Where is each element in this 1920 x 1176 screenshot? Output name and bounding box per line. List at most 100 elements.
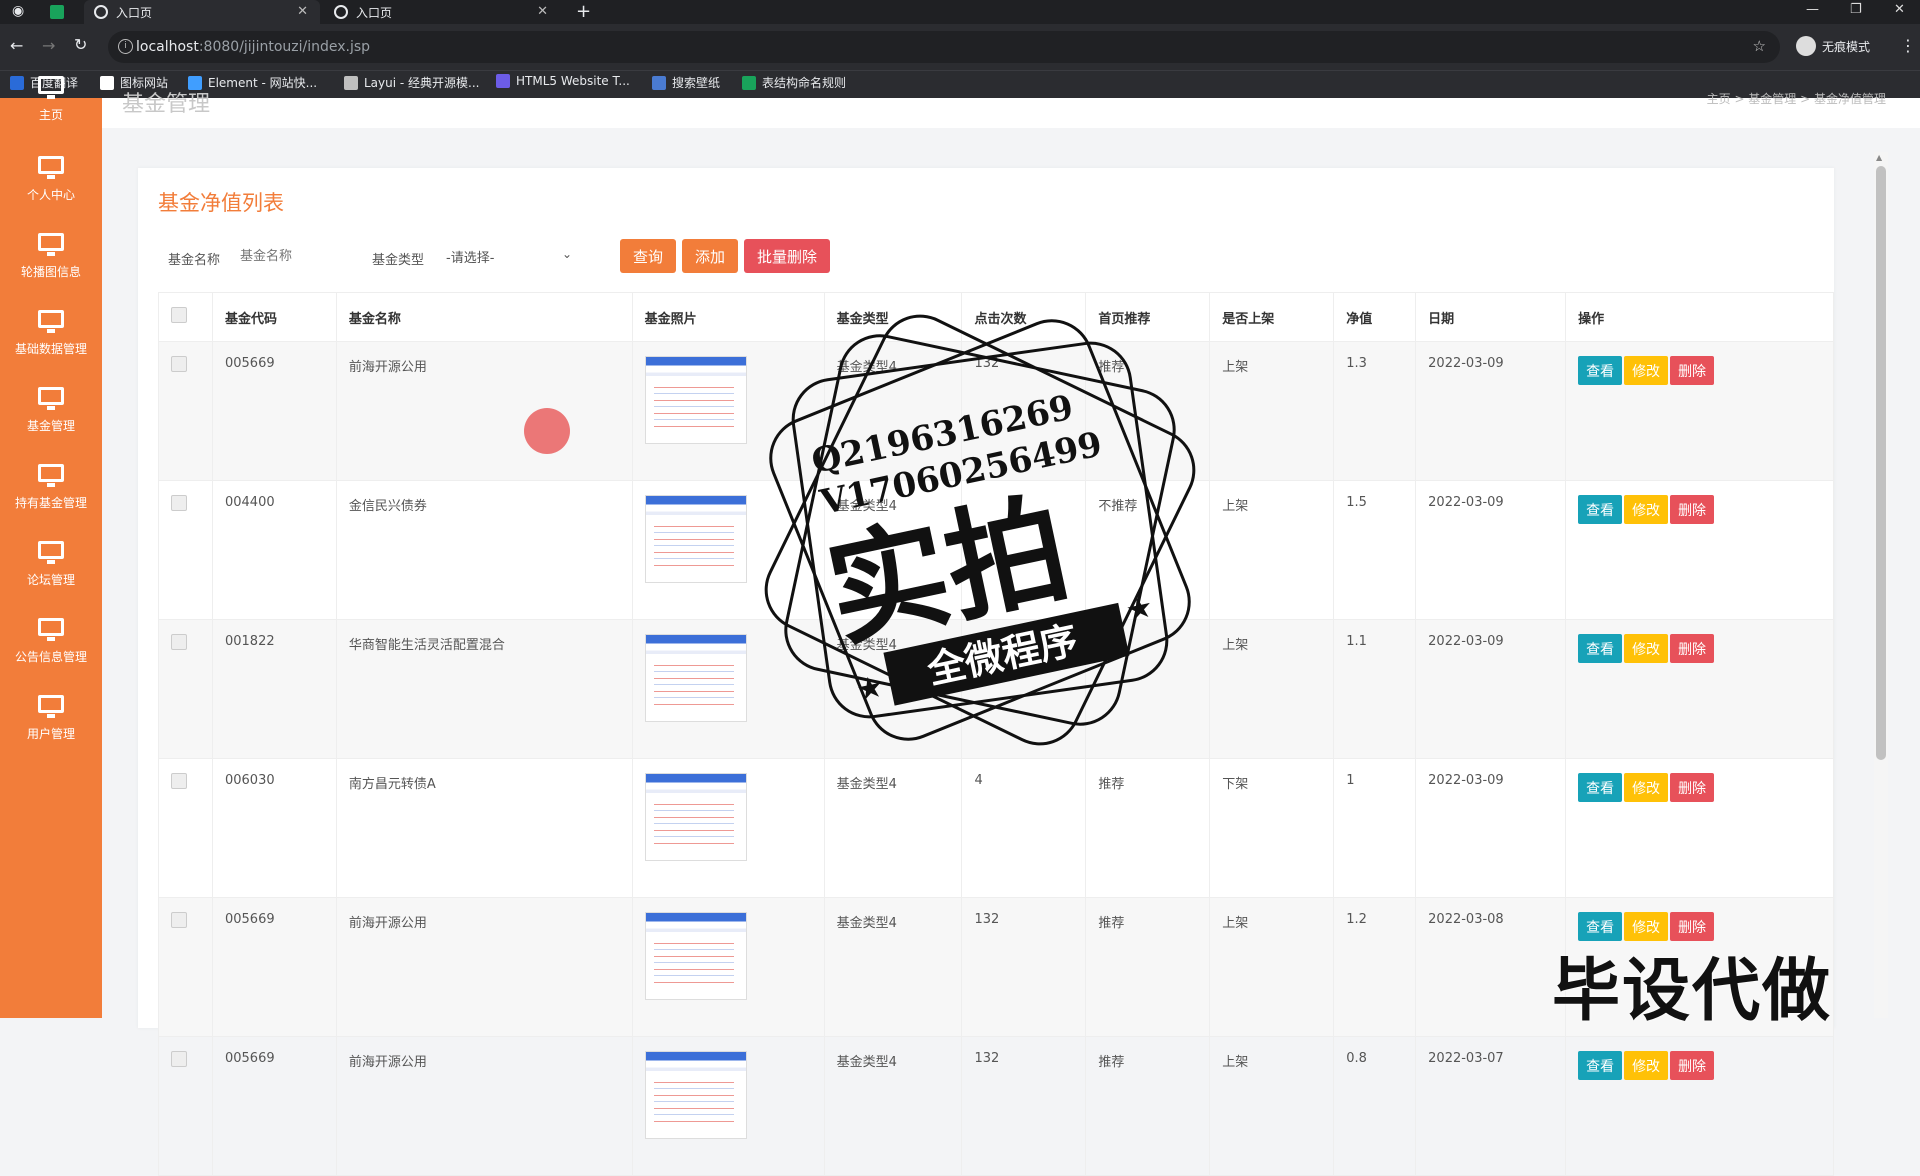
view-button[interactable]: 查看 bbox=[1578, 356, 1623, 385]
reload-icon[interactable]: ↻ bbox=[74, 35, 87, 54]
edit-button[interactable]: 修改 bbox=[1624, 1051, 1669, 1080]
delete-button[interactable]: 删除 bbox=[1670, 773, 1715, 802]
sidebar-item-label: 公告信息管理 bbox=[14, 650, 87, 664]
fund-type-label: 基金类型 bbox=[372, 253, 425, 268]
tab-title: 入口页 bbox=[356, 5, 393, 20]
fund-code: 005669 bbox=[211, 897, 337, 1037]
close-icon[interactable]: ✕ bbox=[297, 4, 308, 19]
fund-code: 005669 bbox=[211, 341, 337, 481]
edit-button[interactable]: 修改 bbox=[1624, 495, 1669, 524]
sidebar-item-profile[interactable]: 个人中心 bbox=[0, 156, 102, 216]
row-checkbox[interactable] bbox=[171, 1051, 187, 1067]
cursor-highlight bbox=[524, 408, 570, 454]
delete-button[interactable]: 删除 bbox=[1670, 1051, 1715, 1080]
info-icon[interactable]: i bbox=[118, 39, 133, 54]
view-button[interactable]: 查看 bbox=[1578, 495, 1623, 524]
pinned-tab-icon[interactable] bbox=[50, 5, 64, 19]
edit-button[interactable]: 修改 bbox=[1624, 356, 1669, 385]
sidebar-item-carousel[interactable]: 轮播图信息 bbox=[0, 233, 102, 293]
fund-photo[interactable] bbox=[644, 356, 747, 444]
click-count: 132 bbox=[961, 1036, 1087, 1176]
fund-name: 前海开源公用 bbox=[335, 341, 633, 481]
fund-type-select[interactable]: -请选择- ⌄ bbox=[440, 241, 582, 271]
column-header: 是否上架 bbox=[1209, 292, 1335, 342]
sidebar-item-funds[interactable]: 基金管理 bbox=[0, 387, 102, 447]
fund-code: 004400 bbox=[211, 480, 337, 620]
row-checkbox[interactable] bbox=[171, 773, 187, 789]
restore-icon[interactable]: ❐ bbox=[1850, 2, 1862, 17]
star-icon: ★ bbox=[853, 669, 887, 709]
close-icon[interactable]: ✕ bbox=[537, 4, 548, 19]
row-checkbox[interactable] bbox=[171, 495, 187, 511]
table-row: 006030 南方昌元转债A 基金类型4 4 推荐 下架 1 2022-03-0… bbox=[158, 758, 1834, 898]
minimize-icon[interactable]: — bbox=[1806, 2, 1819, 17]
bookmark-item[interactable]: 表结构命名规则 bbox=[742, 74, 846, 91]
column-header: 净值 bbox=[1333, 292, 1417, 342]
delete-button[interactable]: 删除 bbox=[1670, 356, 1715, 385]
fund-photo-cell bbox=[631, 1036, 825, 1176]
listed-status: 上架 bbox=[1209, 341, 1335, 481]
select-all-checkbox[interactable] bbox=[171, 307, 187, 323]
new-tab-icon[interactable]: + bbox=[576, 1, 591, 22]
view-button[interactable]: 查看 bbox=[1578, 1051, 1623, 1080]
tab-1[interactable]: 入口页 ✕ bbox=[84, 0, 320, 24]
close-window-icon[interactable]: ✕ bbox=[1894, 2, 1905, 17]
tab-favicon-icon bbox=[334, 5, 348, 19]
view-button[interactable]: 查看 bbox=[1578, 773, 1623, 802]
sidebar-item-home[interactable]: 主页 bbox=[0, 76, 102, 136]
browser-logo-icon[interactable]: ◉ bbox=[12, 3, 24, 19]
fund-photo[interactable] bbox=[644, 495, 747, 583]
forward-icon[interactable]: → bbox=[42, 36, 55, 55]
fund-photo[interactable] bbox=[644, 912, 747, 1000]
bookmark-item[interactable]: Layui - 经典开源模... bbox=[344, 74, 479, 91]
incognito-indicator[interactable]: 无痕模式 bbox=[1796, 36, 1870, 56]
sidebar-item-announcements[interactable]: 公告信息管理 bbox=[0, 618, 102, 678]
actions-cell: 查看 修改 删除 bbox=[1565, 341, 1834, 481]
nav-date: 2022-03-08 bbox=[1415, 897, 1567, 1037]
edit-button[interactable]: 修改 bbox=[1624, 773, 1669, 802]
query-button[interactable]: 查询 bbox=[620, 239, 676, 273]
fund-photo-cell bbox=[631, 897, 825, 1037]
delete-button[interactable]: 删除 bbox=[1670, 634, 1715, 663]
nav-date: 2022-03-09 bbox=[1415, 480, 1567, 620]
bookmark-item[interactable]: 搜索壁纸 bbox=[652, 74, 720, 91]
sidebar-item-label: 基金管理 bbox=[26, 419, 75, 433]
scroll-up-icon[interactable]: ▲ bbox=[1876, 153, 1882, 162]
row-select-cell bbox=[158, 1036, 213, 1176]
bookmark-item[interactable]: HTML5 Website T... bbox=[496, 74, 630, 88]
back-icon[interactable]: ← bbox=[10, 36, 23, 55]
add-button[interactable]: 添加 bbox=[682, 239, 738, 273]
fund-photo[interactable] bbox=[644, 773, 747, 861]
column-header: 操作 bbox=[1565, 292, 1834, 342]
sidebar-item-basic-data[interactable]: 基础数据管理 bbox=[0, 310, 102, 370]
row-checkbox[interactable] bbox=[171, 634, 187, 650]
actions-cell: 查看 修改 删除 bbox=[1565, 480, 1834, 620]
bookmark-star-icon[interactable]: ☆ bbox=[1753, 37, 1766, 55]
row-checkbox[interactable] bbox=[171, 912, 187, 928]
row-select-cell bbox=[158, 897, 213, 1037]
page-scrollbar-thumb[interactable] bbox=[1876, 166, 1886, 760]
url-bar[interactable]: i localhost:8080/jijintouzi/index.jsp ☆ bbox=[108, 31, 1780, 63]
delete-button[interactable]: 删除 bbox=[1670, 495, 1715, 524]
sidebar-item-holdings[interactable]: 持有基金管理 bbox=[0, 464, 102, 524]
edit-button[interactable]: 修改 bbox=[1624, 634, 1669, 663]
list-title: 基金净值列表 bbox=[158, 191, 284, 215]
menu-icon[interactable]: ⋮ bbox=[1900, 36, 1916, 55]
batch-delete-button[interactable]: 批量删除 bbox=[744, 239, 830, 273]
sidebar-item-label: 论坛管理 bbox=[26, 573, 75, 587]
row-select-cell bbox=[158, 619, 213, 759]
sidebar-item-users[interactable]: 用户管理 bbox=[0, 695, 102, 755]
bookmark-favicon-icon bbox=[496, 74, 510, 88]
fund-photo[interactable] bbox=[644, 1051, 747, 1139]
url-path: :8080/jijintouzi/index.jsp bbox=[198, 39, 371, 55]
sidebar-item-forum[interactable]: 论坛管理 bbox=[0, 541, 102, 601]
nav-value: 0.8 bbox=[1333, 1036, 1417, 1176]
view-button[interactable]: 查看 bbox=[1578, 634, 1623, 663]
monitor-icon bbox=[38, 76, 64, 99]
row-checkbox[interactable] bbox=[171, 356, 187, 372]
fund-name-input[interactable] bbox=[234, 241, 366, 271]
bookmark-favicon-icon bbox=[742, 75, 756, 90]
fund-photo[interactable] bbox=[644, 634, 747, 722]
tab-2[interactable]: 入口页 ✕ bbox=[324, 0, 560, 24]
monitor-icon bbox=[38, 618, 64, 641]
